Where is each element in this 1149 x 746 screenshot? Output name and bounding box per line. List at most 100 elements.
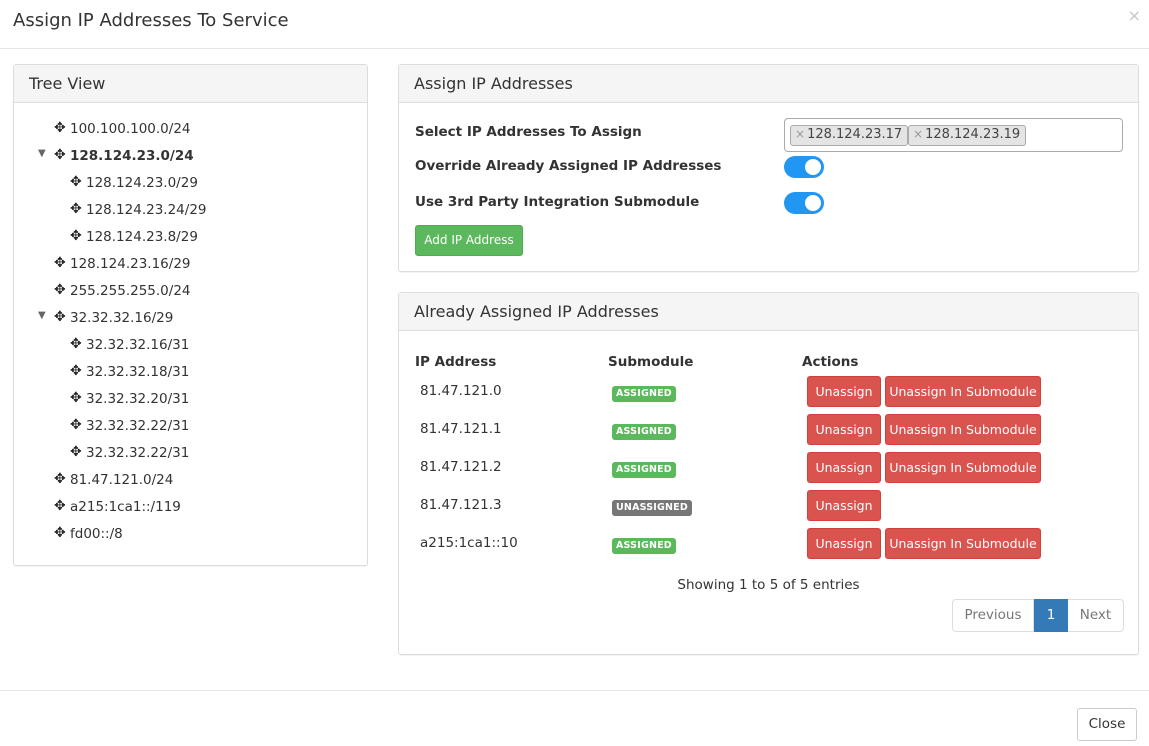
selected-ip-tag-label: 128.124.23.17 [807, 127, 903, 142]
unassign-button[interactable]: Unassign [807, 452, 881, 483]
move-icon: ✥ [70, 201, 82, 217]
override-label: Override Already Assigned IP Addresses [415, 158, 722, 174]
tree-node-label: 128.124.23.0/29 [86, 175, 198, 191]
column-header-submodule: Submodule [608, 354, 694, 370]
move-icon: ✥ [54, 282, 66, 298]
third-party-label: Use 3rd Party Integration Submodule [415, 194, 700, 210]
tree-node[interactable]: ✥ 128.124.23.0/29 [14, 174, 367, 202]
remove-tag-icon[interactable]: × [913, 127, 923, 141]
caret-down-icon[interactable]: ▼ [38, 310, 46, 321]
table-row: 81.47.121.0 ASSIGNED Unassign Unassign In S… [399, 376, 1138, 414]
pagination-page-1[interactable]: 1 [1034, 599, 1068, 632]
move-icon: ✥ [54, 471, 66, 487]
tree-node-label: fd00::/8 [70, 526, 123, 542]
unassign-in-submodule-button[interactable]: Unassign In Submodule [885, 528, 1041, 559]
selected-ip-tag: × 128.124.23.19 [908, 125, 1027, 146]
move-icon: ✥ [70, 417, 82, 433]
tree-node[interactable]: ✥ 32.32.32.20/31 [14, 390, 367, 418]
row-ip-address: 81.47.121.3 [420, 497, 502, 513]
assign-ip-heading: Assign IP Addresses [399, 65, 1138, 103]
move-icon: ✥ [54, 255, 66, 271]
move-icon: ✥ [54, 309, 66, 325]
selected-ip-tag-label: 128.124.23.19 [925, 127, 1021, 142]
select-ip-label: Select IP Addresses To Assign [415, 124, 642, 140]
status-badge: UNASSIGNED [612, 500, 692, 516]
pagination-next[interactable]: Next [1068, 599, 1124, 632]
move-icon: ✥ [70, 336, 82, 352]
status-badge: ASSIGNED [612, 386, 676, 402]
remove-tag-icon[interactable]: × [795, 127, 805, 141]
move-icon: ✥ [54, 120, 66, 136]
close-icon[interactable]: × [1128, 6, 1141, 25]
tree-node-label: 128.124.23.8/29 [86, 229, 198, 245]
table-row: 81.47.121.3 UNASSIGNED Unassign [399, 490, 1138, 528]
close-button[interactable]: Close [1077, 708, 1137, 741]
move-icon: ✥ [70, 390, 82, 406]
tree-node[interactable]: ✥ 32.32.32.16/31 [14, 336, 367, 364]
tree-node[interactable]: ✥ fd00::/8 [14, 525, 367, 553]
column-header-ip: IP Address [415, 354, 497, 370]
table-row: 81.47.121.1 ASSIGNED Unassign Unassign In S… [399, 414, 1138, 452]
tree-node-label: 32.32.32.18/31 [86, 364, 190, 380]
tree-node-label: 100.100.100.0/24 [70, 121, 191, 137]
unassign-in-submodule-button[interactable]: Unassign In Submodule [885, 452, 1041, 483]
tree-node-label: 32.32.32.22/31 [86, 445, 190, 461]
tree-node[interactable]: ▼ ✥ 32.32.32.16/29 [14, 309, 367, 337]
modal-footer: Close [0, 690, 1149, 746]
status-badge: ASSIGNED [612, 462, 676, 478]
tree-node-label: a215:1ca1::/119 [70, 499, 181, 515]
tree-node[interactable]: ✥ a215:1ca1::/119 [14, 498, 367, 526]
tree-node[interactable]: ✥ 128.124.23.16/29 [14, 255, 367, 283]
toggle-knob [805, 159, 821, 175]
ip-select-input[interactable]: × 128.124.23.17 × 128.124.23.19 [784, 118, 1123, 152]
caret-down-icon[interactable]: ▼ [38, 148, 46, 159]
row-ip-address: a215:1ca1::10 [420, 535, 518, 551]
unassign-in-submodule-button[interactable]: Unassign In Submodule [885, 376, 1041, 407]
tree-node[interactable]: ▼ ✥ 128.124.23.0/24 [14, 147, 367, 175]
tree-node[interactable]: ✥ 100.100.100.0/24 [14, 120, 367, 148]
tree-node-label: 32.32.32.16/29 [70, 310, 174, 326]
move-icon: ✥ [54, 525, 66, 541]
move-icon: ✥ [54, 498, 66, 514]
pagination-previous[interactable]: Previous [952, 599, 1034, 632]
status-badge: ASSIGNED [612, 424, 676, 440]
third-party-toggle[interactable] [784, 192, 824, 214]
add-ip-address-button[interactable]: Add IP Address [415, 225, 523, 256]
row-ip-address: 81.47.121.1 [420, 421, 502, 437]
unassign-button[interactable]: Unassign [807, 414, 881, 445]
assign-ip-panel: Assign IP Addresses Select IP Addresses … [398, 64, 1139, 272]
selected-ip-tag: × 128.124.23.17 [790, 125, 909, 146]
tree-node-label: 128.124.23.16/29 [70, 256, 191, 272]
move-icon: ✥ [70, 228, 82, 244]
tree-node[interactable]: ✥ 255.255.255.0/24 [14, 282, 367, 310]
table-row: a215:1ca1::10 ASSIGNED Unassign Unassign In… [399, 528, 1138, 566]
tree-node-label: 32.32.32.22/31 [86, 418, 190, 434]
tree-node-label: 32.32.32.16/31 [86, 337, 190, 353]
assigned-ip-panel: Already Assigned IP Addresses IP Address… [398, 292, 1139, 655]
status-badge: ASSIGNED [612, 538, 676, 554]
pagination: Previous 1 Next [952, 599, 1124, 632]
unassign-button[interactable]: Unassign [807, 376, 881, 407]
assigned-ip-heading: Already Assigned IP Addresses [399, 293, 1138, 331]
override-toggle[interactable] [784, 156, 824, 178]
move-icon: ✥ [70, 444, 82, 460]
unassign-button[interactable]: Unassign [807, 528, 881, 559]
tree-node[interactable]: ✥ 32.32.32.22/31 [14, 444, 367, 472]
modal-header: Assign IP Addresses To Service × [0, 0, 1149, 49]
tree-node[interactable]: ✥ 32.32.32.22/31 [14, 417, 367, 445]
tree-view-heading: Tree View [14, 65, 367, 103]
tree-node[interactable]: ✥ 32.32.32.18/31 [14, 363, 367, 391]
row-ip-address: 81.47.121.2 [420, 459, 502, 475]
tree-node-label: 32.32.32.20/31 [86, 391, 190, 407]
unassign-in-submodule-button[interactable]: Unassign In Submodule [885, 414, 1041, 445]
unassign-button[interactable]: Unassign [807, 490, 881, 521]
move-icon: ✥ [70, 174, 82, 190]
tree-node-label: 128.124.23.24/29 [86, 202, 207, 218]
tree-node[interactable]: ✥ 128.124.23.8/29 [14, 228, 367, 256]
move-icon: ✥ [54, 147, 66, 163]
tree-node[interactable]: ✥ 128.124.23.24/29 [14, 201, 367, 229]
move-icon: ✥ [70, 363, 82, 379]
modal-title: Assign IP Addresses To Service [13, 10, 289, 31]
tree-list: ✥ 100.100.100.0/24 ▼ ✥ 128.124.23.0/24 ✥ 128.1… [14, 103, 367, 553]
tree-node[interactable]: ✥ 81.47.121.0/24 [14, 471, 367, 499]
